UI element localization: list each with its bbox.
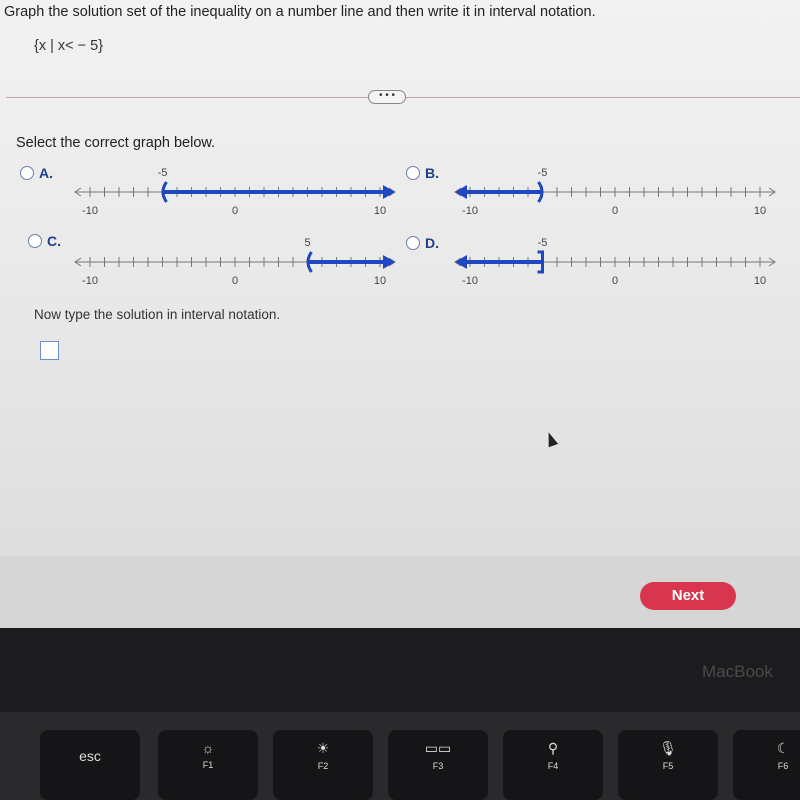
screen: Graph the solution set of the inequality… <box>0 0 800 628</box>
number-line-a: -10 0 10 -5 <box>74 167 396 217</box>
tick-label-mid: 0 <box>232 205 238 217</box>
option-letter: B. <box>425 165 439 181</box>
key-f6[interactable]: ☾ F6 <box>733 730 800 800</box>
tick-label-right: 10 <box>374 205 386 217</box>
key-f5[interactable]: 🎙 F5 <box>618 730 718 800</box>
key-label: F1 <box>202 760 214 770</box>
next-button[interactable]: Next <box>640 582 736 610</box>
key-icon: ⚲ <box>547 740 559 756</box>
solution-arrowhead <box>455 255 467 269</box>
key-label: F2 <box>317 761 329 771</box>
radio-c[interactable] <box>28 234 42 248</box>
select-prompt: Select the correct graph below. <box>16 135 216 151</box>
option-a[interactable]: A. <box>20 165 53 181</box>
number-line-d: -10 0 10 -5 <box>454 237 776 287</box>
tick-label-mid: 0 <box>232 275 238 287</box>
tick-label-right: 10 <box>754 205 766 217</box>
tick-label-right: 10 <box>754 275 766 287</box>
key-icon: ▭▭ <box>424 740 452 756</box>
endpoint-label: -5 <box>538 237 548 249</box>
key-label: F6 <box>777 761 789 771</box>
brand-label: MacBook <box>702 662 773 681</box>
solution-arrowhead <box>383 185 395 199</box>
tick-label-right: 10 <box>374 275 386 287</box>
number-line-b: -10 0 10 -5 <box>454 167 776 217</box>
key-label: F4 <box>547 761 559 771</box>
key-f3[interactable]: ▭▭ F3 <box>388 730 488 800</box>
option-letter: D. <box>425 235 439 251</box>
type-prompt: Now type the solution in interval notati… <box>34 307 281 322</box>
option-d[interactable]: D. <box>406 235 439 251</box>
key-icon: ☼ <box>201 740 215 756</box>
answer-input[interactable] <box>40 341 59 360</box>
endpoint-label: -5 <box>538 167 548 179</box>
tick-label-mid: 0 <box>612 275 618 287</box>
solution-arrowhead <box>455 185 467 199</box>
tick-label-mid: 0 <box>612 205 618 217</box>
option-letter: A. <box>39 165 53 181</box>
key-f4[interactable]: ⚲ F4 <box>503 730 603 800</box>
mouse-cursor-icon <box>543 430 559 448</box>
key-f1[interactable]: ☼ F1 <box>158 730 258 800</box>
tick-label-left: -10 <box>82 275 98 287</box>
key-esc[interactable]: esc <box>40 730 140 800</box>
key-f2[interactable]: ☀ F2 <box>273 730 373 800</box>
key-icon: ☀ <box>316 740 330 756</box>
key-icon: 🎙 <box>659 740 677 756</box>
question-text: Graph the solution set of the inequality… <box>4 4 596 20</box>
option-c[interactable]: C. <box>28 233 61 249</box>
more-button[interactable]: • • • <box>368 90 406 104</box>
key-icon: ☾ <box>776 740 790 756</box>
option-b[interactable]: B. <box>406 165 439 181</box>
key-label: esc <box>79 748 101 764</box>
endpoint-label: 5 <box>304 237 310 249</box>
endpoint-label: -5 <box>158 167 168 179</box>
option-letter: C. <box>47 233 61 249</box>
set-notation: {x | x< − 5} <box>34 38 104 54</box>
tick-label-left: -10 <box>462 275 478 287</box>
radio-a[interactable] <box>20 166 34 180</box>
number-line-c: -10 0 10 5 <box>74 237 396 287</box>
solution-arrowhead <box>383 255 395 269</box>
tick-label-left: -10 <box>82 205 98 217</box>
key-label: F3 <box>432 761 444 771</box>
key-label: F5 <box>662 761 674 771</box>
tick-label-left: -10 <box>462 205 478 217</box>
